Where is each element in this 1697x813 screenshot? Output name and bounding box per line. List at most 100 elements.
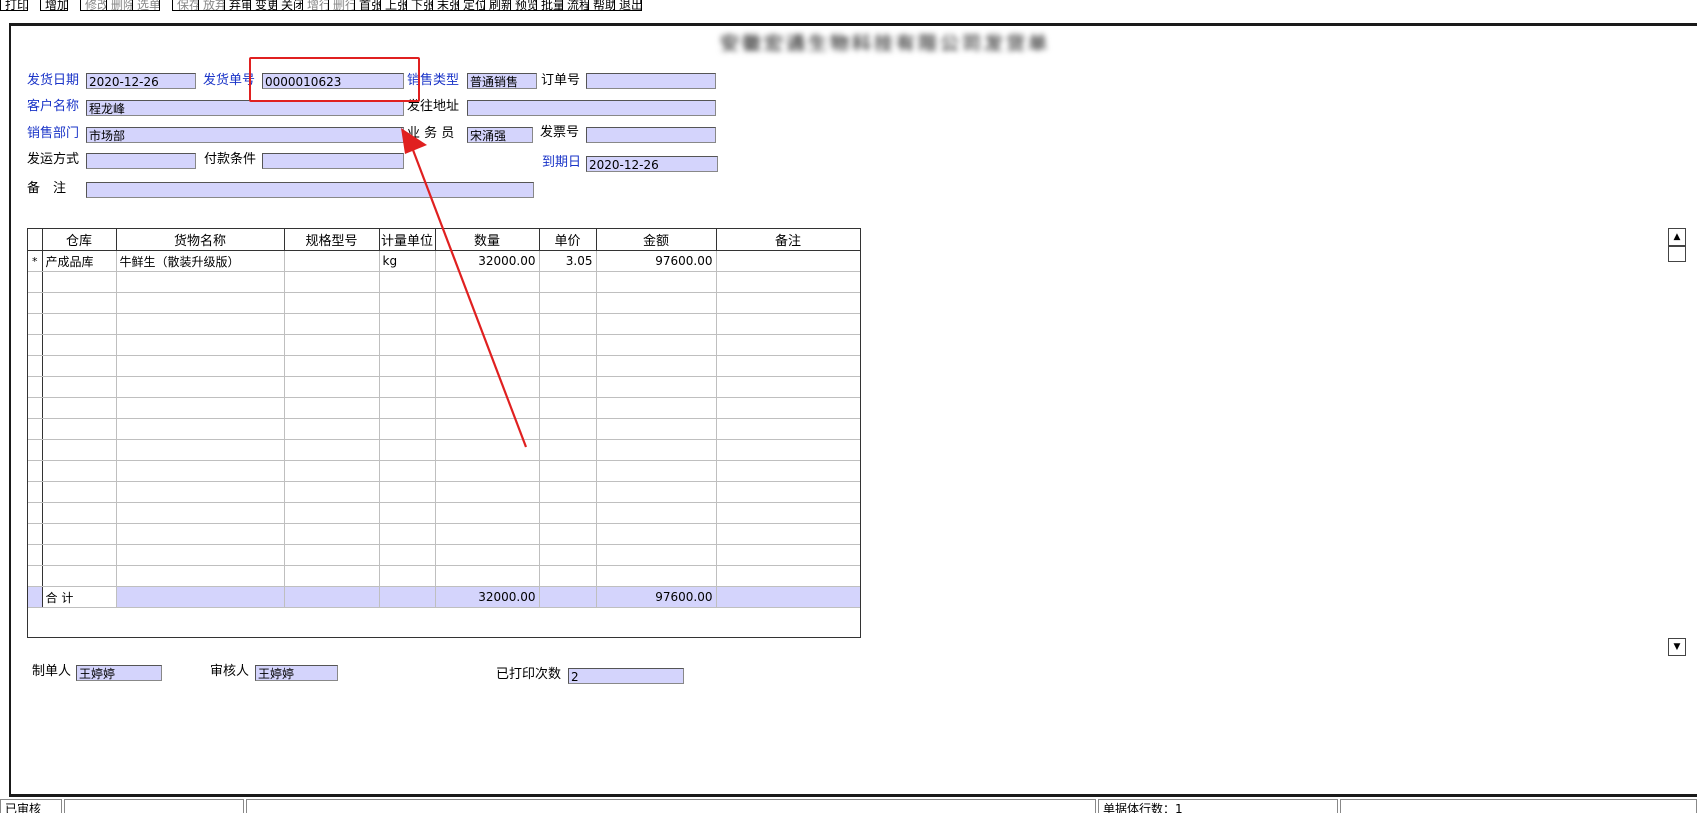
grid-cell[interactable] [716,565,860,587]
grid-cell[interactable] [596,376,717,398]
grid-cell[interactable] [116,292,285,314]
toolbar-button[interactable]: 弃审 [224,0,252,11]
grid-cell[interactable] [42,271,117,293]
toolbar-button[interactable]: 关闭 [276,0,304,11]
grid-cell[interactable] [116,523,285,545]
grid-cell[interactable] [539,565,597,587]
due-date-field[interactable]: 2020-12-26 [586,156,718,172]
grid-cell[interactable] [284,481,380,503]
grid-cell[interactable] [116,565,285,587]
grid-cell[interactable] [435,565,540,587]
dept-field[interactable]: 市场部 [86,127,404,143]
grid-cell[interactable] [539,292,597,314]
grid-cell[interactable] [716,481,860,503]
toolbar-button[interactable]: 增加 [40,0,68,11]
toolbar-button[interactable]: 末张 [432,0,460,11]
grid-cell[interactable] [596,460,717,482]
row-marker[interactable] [28,523,43,545]
grid-cell[interactable] [42,460,117,482]
row-marker[interactable] [28,292,43,314]
grid-cell[interactable] [284,376,380,398]
grid-cell[interactable] [42,397,117,419]
grid-cell[interactable] [42,355,117,377]
grid-cell[interactable] [716,376,860,398]
grid-cell[interactable] [42,523,117,545]
grid-cell[interactable] [116,397,285,419]
grid-cell[interactable] [716,355,860,377]
cell-amount[interactable]: 97600.00 [596,250,717,272]
row-marker[interactable] [28,313,43,335]
row-marker[interactable] [28,565,43,587]
grid-cell[interactable] [539,502,597,524]
grid-cell[interactable] [716,334,860,356]
grid-cell[interactable] [379,565,436,587]
table-row[interactable] [28,565,860,587]
grid-cell[interactable] [379,481,436,503]
row-marker[interactable] [28,544,43,566]
toolbar-button[interactable]: 修改 [80,0,108,11]
row-marker[interactable] [28,376,43,398]
row-marker[interactable] [28,418,43,440]
grid-cell[interactable] [716,544,860,566]
grid-cell[interactable] [284,544,380,566]
grid-cell[interactable] [596,334,717,356]
toolbar-button[interactable]: 变更 [250,0,278,11]
grid-cell[interactable] [596,355,717,377]
grid-cell[interactable] [435,502,540,524]
cell-note[interactable] [716,250,860,272]
grid-cell[interactable] [42,565,117,587]
grid-cell[interactable] [284,460,380,482]
col-header-amount[interactable]: 金额 [596,229,717,251]
row-marker[interactable] [28,460,43,482]
grid-cell[interactable] [596,439,717,461]
ship-address-field[interactable] [467,100,716,116]
grid-scrollbar[interactable]: ▲ ▼ [1668,228,1686,658]
grid-cell[interactable] [116,544,285,566]
toolbar-button[interactable]: 帮助 [588,0,616,11]
table-row[interactable] [28,460,860,482]
grid-cell[interactable] [539,334,597,356]
grid-cell[interactable] [716,502,860,524]
invoice-no-field[interactable] [586,127,716,143]
grid-cell[interactable] [716,397,860,419]
scroll-up-icon[interactable]: ▲ [1668,228,1686,246]
grid-cell[interactable] [116,481,285,503]
grid-cell[interactable] [435,481,540,503]
table-row[interactable] [28,544,860,566]
sale-type-field[interactable]: 普通销售 [467,73,537,89]
pay-terms-field[interactable] [262,153,404,169]
row-marker[interactable] [28,502,43,524]
cell-spec[interactable] [284,250,380,272]
grid-cell[interactable] [539,397,597,419]
grid-cell[interactable] [596,313,717,335]
row-marker[interactable] [28,355,43,377]
grid-cell[interactable] [379,502,436,524]
grid-cell[interactable] [716,313,860,335]
grid-cell[interactable] [284,334,380,356]
row-marker[interactable] [28,439,43,461]
auditor-field[interactable]: 王婷婷 [255,665,338,681]
grid-cell[interactable] [116,376,285,398]
grid-cell[interactable] [435,544,540,566]
toolbar-button[interactable]: 选单 [132,0,160,11]
grid-cell[interactable] [284,313,380,335]
grid-cell[interactable] [42,292,117,314]
customer-field[interactable]: 程龙峰 [86,100,404,116]
toolbar-button[interactable]: 流程 [562,0,590,11]
grid-cell[interactable] [284,397,380,419]
cell-goods[interactable]: 牛鲜生（散装升级版） [116,250,285,272]
row-marker[interactable] [28,481,43,503]
table-row[interactable] [28,502,860,524]
grid-cell[interactable] [116,439,285,461]
grid-cell[interactable] [539,376,597,398]
ship-method-field[interactable] [86,153,196,169]
grid-cell[interactable] [596,481,717,503]
grid-cell[interactable] [116,418,285,440]
grid-cell[interactable] [539,439,597,461]
grid-cell[interactable] [42,376,117,398]
toolbar-button[interactable]: 定位 [458,0,486,11]
grid-cell[interactable] [284,439,380,461]
toolbar-button[interactable]: 放弃 [198,0,226,11]
table-row[interactable] [28,481,860,503]
cell-price[interactable]: 3.05 [539,250,597,272]
